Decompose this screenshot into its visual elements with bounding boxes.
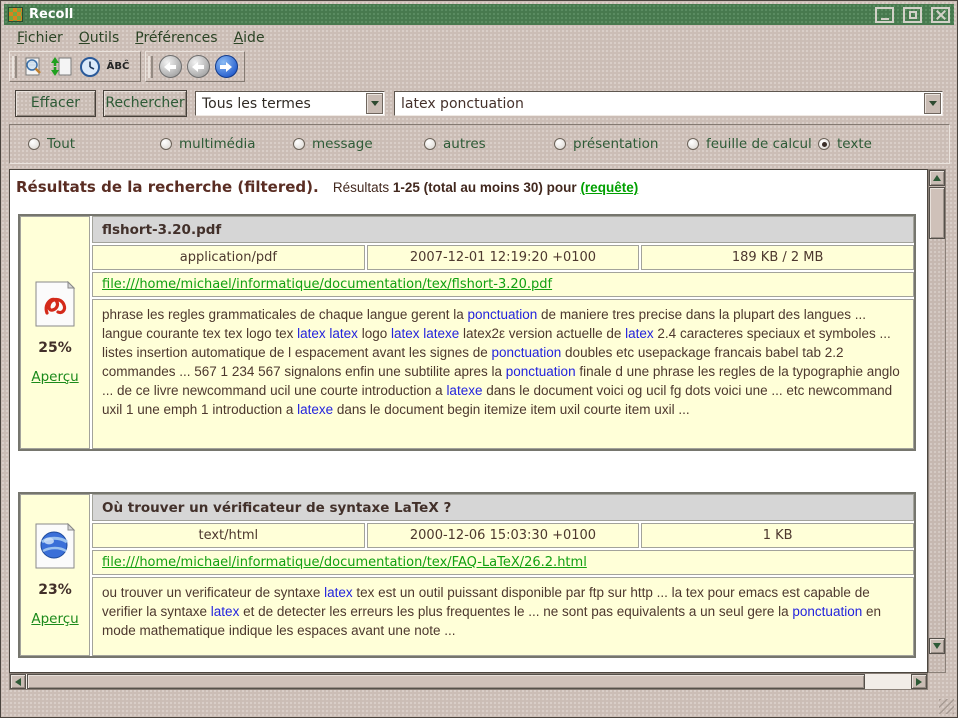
document-preview-icon[interactable] bbox=[20, 54, 48, 80]
filter-radio-message[interactable]: message bbox=[293, 136, 373, 152]
preview-link[interactable]: Aperçu bbox=[31, 369, 78, 385]
radio-icon bbox=[28, 138, 40, 150]
filter-radio-feuille-de-calcul[interactable]: feuille de calcul bbox=[687, 136, 812, 152]
app-icon bbox=[8, 7, 23, 22]
result-url-link[interactable]: file:///home/michael/informatique/docume… bbox=[102, 555, 587, 570]
results-count-prefix: Résultats bbox=[333, 180, 389, 195]
resize-grip-icon[interactable] bbox=[939, 699, 954, 714]
radio-label: feuille de calcul bbox=[706, 136, 812, 152]
results-count: 1-25 (total au moins 30) pour bbox=[393, 180, 577, 195]
radio-icon bbox=[554, 138, 566, 150]
forward-icon[interactable] bbox=[212, 54, 240, 80]
results-header: Résultats de la recherche (filtered). Ré… bbox=[10, 170, 927, 196]
radio-icon bbox=[818, 138, 830, 150]
result-date: 2000-12-06 15:03:30 +0100 bbox=[367, 523, 640, 548]
result-url-cell: file:///home/michael/informatique/docume… bbox=[92, 550, 914, 575]
maximize-button[interactable] bbox=[903, 7, 922, 23]
chevron-down-icon[interactable] bbox=[924, 93, 941, 114]
search-mode-select[interactable]: Tous les termes bbox=[195, 91, 385, 116]
recoll-window: Recoll Fichier Outils Préférences Aide bbox=[0, 0, 958, 718]
result-item: 23% Aperçu Où trouver un vérificateur de… bbox=[18, 492, 916, 658]
radio-icon bbox=[160, 138, 172, 150]
menu-outils[interactable]: Outils bbox=[71, 28, 127, 48]
horizontal-scrollbar[interactable] bbox=[9, 673, 928, 690]
radio-label: présentation bbox=[573, 136, 658, 152]
horizontal-scroll-thumb[interactable] bbox=[27, 674, 865, 689]
term-explorer-icon[interactable]: ÂBĈ bbox=[104, 54, 132, 80]
query-input[interactable]: latex ponctuation bbox=[394, 91, 943, 116]
result-title: flshort-3.20.pdf bbox=[92, 216, 914, 243]
minimize-button[interactable] bbox=[875, 7, 894, 23]
close-icon bbox=[936, 10, 946, 20]
titlebar[interactable]: Recoll bbox=[4, 4, 954, 25]
radio-icon bbox=[424, 138, 436, 150]
radio-label: texte bbox=[837, 136, 872, 152]
menu-preferences[interactable]: Préférences bbox=[127, 28, 225, 48]
result-snippet: ou trouver un verificateur de syntaxe la… bbox=[92, 577, 914, 656]
results-title: Résultats de la recherche (filtered). bbox=[16, 178, 319, 196]
filter-radio-tout[interactable]: Tout bbox=[28, 136, 75, 152]
result-item: 25% Aperçu flshort-3.20.pdf application/… bbox=[18, 214, 916, 451]
result-url-cell: file:///home/michael/informatique/docume… bbox=[92, 272, 914, 297]
scroll-up-icon[interactable] bbox=[929, 170, 945, 186]
filter-radio-présentation[interactable]: présentation bbox=[554, 136, 658, 152]
filter-radio-texte[interactable]: texte bbox=[818, 136, 872, 152]
chevron-down-icon[interactable] bbox=[366, 93, 383, 114]
pdf-icon bbox=[34, 281, 76, 327]
toolbar-main: ÂBĈ bbox=[9, 51, 141, 82]
result-mime: text/html bbox=[92, 523, 365, 548]
results-panel: Résultats de la recherche (filtered). Ré… bbox=[9, 169, 928, 673]
scroll-left-icon[interactable] bbox=[10, 674, 26, 689]
filter-radio-autres[interactable]: autres bbox=[424, 136, 486, 152]
radio-icon bbox=[293, 138, 305, 150]
result-snippet: phrase les regles grammaticales de chaqu… bbox=[92, 299, 914, 449]
html-icon bbox=[34, 523, 76, 569]
radio-label: autres bbox=[443, 136, 486, 152]
radio-label: message bbox=[312, 136, 373, 152]
toolbar-nav bbox=[145, 51, 245, 82]
preview-link[interactable]: Aperçu bbox=[31, 611, 78, 627]
result-info-row: application/pdf 2007-12-01 12:19:20 +010… bbox=[92, 245, 914, 270]
relevance-percent: 25% bbox=[38, 340, 72, 356]
maximize-icon bbox=[909, 11, 917, 19]
result-mime: application/pdf bbox=[92, 245, 365, 270]
radio-label: multimédia bbox=[179, 136, 256, 152]
result-title: Où trouver un vérificateur de syntaxe La… bbox=[92, 494, 914, 521]
sort-document-icon[interactable] bbox=[48, 54, 76, 80]
result-size: 189 KB / 2 MB bbox=[641, 245, 914, 270]
result-date: 2007-12-01 12:19:20 +0100 bbox=[367, 245, 640, 270]
radio-label: Tout bbox=[47, 136, 75, 152]
clear-button[interactable]: Effacer bbox=[15, 90, 96, 117]
vertical-scroll-thumb[interactable] bbox=[929, 187, 945, 239]
query-value: latex ponctuation bbox=[395, 96, 924, 112]
result-side-column: 25% Aperçu bbox=[20, 216, 90, 449]
radio-icon bbox=[687, 138, 699, 150]
menu-aide[interactable]: Aide bbox=[226, 28, 273, 48]
result-side-column: 23% Aperçu bbox=[20, 494, 90, 656]
close-button[interactable] bbox=[931, 7, 950, 23]
menu-fichier[interactable]: Fichier bbox=[9, 28, 71, 48]
relevance-percent: 23% bbox=[38, 582, 72, 598]
clock-icon[interactable] bbox=[76, 54, 104, 80]
query-details-link[interactable]: (requête) bbox=[580, 180, 638, 195]
minimize-icon bbox=[881, 18, 889, 20]
back-icon[interactable] bbox=[184, 54, 212, 80]
scroll-down-icon[interactable] bbox=[929, 638, 945, 654]
search-mode-value: Tous les termes bbox=[196, 96, 366, 112]
back-icon[interactable] bbox=[156, 54, 184, 80]
menubar: Fichier Outils Préférences Aide bbox=[4, 26, 954, 49]
result-info-row: text/html 2000-12-06 15:03:30 +0100 1 KB bbox=[92, 523, 914, 548]
search-button[interactable]: Rechercher bbox=[103, 90, 187, 117]
category-filter-panel: Tout multimédia message autres présentation f… bbox=[9, 124, 950, 164]
filter-radio-multimédia[interactable]: multimédia bbox=[160, 136, 256, 152]
vertical-scrollbar[interactable] bbox=[928, 169, 946, 673]
toolbar-grip[interactable] bbox=[148, 56, 153, 78]
result-size: 1 KB bbox=[641, 523, 914, 548]
result-url-link[interactable]: file:///home/michael/informatique/docume… bbox=[102, 277, 552, 292]
scroll-right-icon[interactable] bbox=[911, 674, 927, 689]
toolbar-grip[interactable] bbox=[12, 56, 17, 78]
window-title: Recoll bbox=[29, 7, 73, 22]
